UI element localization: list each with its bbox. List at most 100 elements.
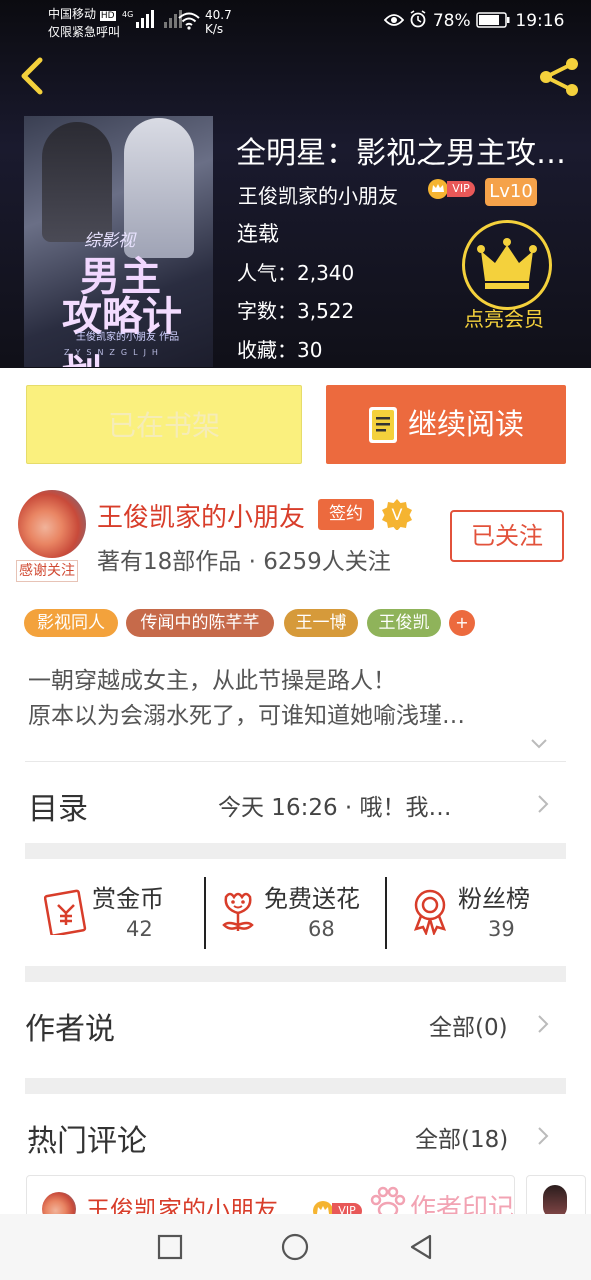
chevron-left-icon <box>21 57 43 95</box>
member-label[interactable]: 点亮会员 <box>464 303 544 332</box>
hot-comments-link[interactable]: 全部(18) <box>415 1120 508 1154</box>
status-bar: 中国移动 HD 仅限紧急呼叫 4G 40.7 K/s 78% 19:16 <box>0 0 591 44</box>
favorites-label: 收藏： <box>237 338 297 362</box>
back-button[interactable] <box>14 56 50 96</box>
battery-icon <box>476 12 510 28</box>
gift-label: 粉丝榜 <box>458 885 530 913</box>
coin-envelope-icon <box>44 889 87 935</box>
catalog-chevron[interactable] <box>537 794 549 814</box>
author-info: 著有18部作品 · 6259人关注 <box>97 549 391 575</box>
cover-figure-left <box>42 122 112 242</box>
gift-count: 42 <box>126 917 153 941</box>
thanks-follow-label: 感谢关注 <box>16 560 78 582</box>
word-count-stat: 字数：3,522 <box>237 295 354 324</box>
hd-badge: HD <box>99 11 116 21</box>
recent-apps-button[interactable] <box>155 1232 185 1262</box>
section-gap <box>25 843 566 859</box>
divider <box>25 761 566 762</box>
home-button[interactable] <box>280 1232 310 1262</box>
book-description[interactable]: 一朝穿越成女主，从此节操是路人！ 原本以为会溺水死了，可谁知道她喻浅瑾… <box>28 664 465 734</box>
expand-button[interactable] <box>530 736 548 750</box>
speed-value: 40.7 <box>205 8 232 22</box>
eye-icon <box>383 14 405 26</box>
cover-pinyin: ZYSNZGLJH <box>64 348 164 357</box>
hot-comments-label[interactable]: 热门评论 <box>27 1116 147 1160</box>
continue-reading-button[interactable]: 继续阅读 <box>326 385 566 464</box>
verified-icon: V <box>382 499 412 531</box>
network-type: 4G <box>122 10 134 19</box>
gift-label: 免费送花 <box>264 885 360 913</box>
battery-percent: 78% <box>432 11 471 31</box>
nav-back-button[interactable] <box>406 1232 436 1262</box>
word-count-value: 3,522 <box>297 299 355 323</box>
recent-apps-icon <box>157 1234 183 1260</box>
carrier-name: 中国移动 <box>48 7 97 21</box>
back-icon <box>410 1234 432 1260</box>
flower-icon <box>222 892 254 931</box>
status-right: 78% 19:16 <box>383 10 565 31</box>
favorites-value: 30 <box>297 338 323 362</box>
vip-label: VIP <box>447 181 475 197</box>
share-icon <box>540 58 578 96</box>
clock: 19:16 <box>515 11 565 31</box>
popularity-value: 2,340 <box>297 261 355 285</box>
tag-item[interactable]: 影视同人 <box>24 609 118 637</box>
chevron-down-icon <box>531 739 547 749</box>
author-name[interactable]: 王俊凯家的小朋友 <box>97 497 305 534</box>
member-crown-button[interactable] <box>462 220 552 310</box>
section-gap <box>25 1078 566 1094</box>
book-status: 连载 <box>237 222 279 246</box>
author-says-label[interactable]: 作者说 <box>25 1004 115 1048</box>
follow-button[interactable]: 已关注 <box>450 510 564 562</box>
gift-count: 68 <box>308 917 335 941</box>
vip-badge: VIP <box>427 178 477 200</box>
gift-fans[interactable]: 粉丝榜 39 <box>410 877 560 949</box>
favorites-stat: 收藏：30 <box>237 334 322 363</box>
verified-badge: V <box>381 498 413 531</box>
home-icon <box>281 1233 309 1261</box>
section-gap <box>25 966 566 982</box>
continue-reading-label: 继续阅读 <box>408 407 525 441</box>
signed-badge: 签约 <box>318 499 374 530</box>
chevron-right-icon <box>538 1127 549 1145</box>
network-speed: 40.7 K/s <box>205 8 232 36</box>
medal-icon <box>413 889 447 935</box>
chevron-right-icon <box>538 1015 549 1033</box>
gift-label: 赏金币 <box>92 885 164 913</box>
wifi-icon <box>178 12 200 34</box>
book-cover[interactable]: 综影视 男主 攻略计划 王俊凯家的小朋友 作品 ZYSNZGLJH <box>24 116 213 367</box>
word-count-label: 字数： <box>237 299 297 323</box>
verified-label: V <box>392 505 403 524</box>
hot-comments-chevron[interactable] <box>537 1126 549 1146</box>
alarm-icon <box>410 10 426 28</box>
tag-item[interactable]: 王俊凯 <box>367 609 441 637</box>
gift-coin[interactable]: 赏金币 42 <box>44 877 194 949</box>
divider <box>204 877 206 949</box>
carrier-emergency: 仅限紧急呼叫 <box>48 25 121 39</box>
author-avatar[interactable] <box>18 490 86 558</box>
speed-unit: K/s <box>205 22 224 36</box>
tag-item[interactable]: 传闻中的陈芊芊 <box>126 609 274 637</box>
description-line: 原本以为会溺水死了，可谁知道她喻浅瑾… <box>28 703 465 729</box>
author-says-chevron[interactable] <box>537 1014 549 1034</box>
share-button[interactable] <box>536 55 582 99</box>
divider <box>385 877 387 949</box>
popularity-stat: 人气：2,340 <box>237 257 354 286</box>
crown-small-icon <box>428 179 448 199</box>
gift-count: 39 <box>488 917 515 941</box>
popularity-label: 人气： <box>237 261 297 285</box>
book-title: 全明星：影视之男主攻… <box>236 136 566 171</box>
description-line: 一朝穿越成女主，从此节操是路人！ <box>28 668 396 694</box>
author-says-link[interactable]: 全部(0) <box>429 1008 508 1042</box>
crown-icon <box>477 238 537 289</box>
book-author[interactable]: 王俊凯家的小朋友 <box>238 180 398 209</box>
shelf-button[interactable]: 已在书架 <box>26 385 302 464</box>
carrier-text: 中国移动 HD 仅限紧急呼叫 <box>48 6 120 40</box>
book-icon <box>369 407 397 443</box>
tag-item[interactable]: 王一博 <box>284 609 358 637</box>
gift-flower[interactable]: 免费送花 68 <box>216 877 384 949</box>
cover-author: 王俊凯家的小朋友 作品 <box>76 332 180 343</box>
catalog-latest[interactable]: 今天 16:26 · 哦！我… <box>218 788 452 822</box>
catalog-label[interactable]: 目录 <box>28 784 88 828</box>
tag-more-button[interactable]: + <box>449 610 475 636</box>
